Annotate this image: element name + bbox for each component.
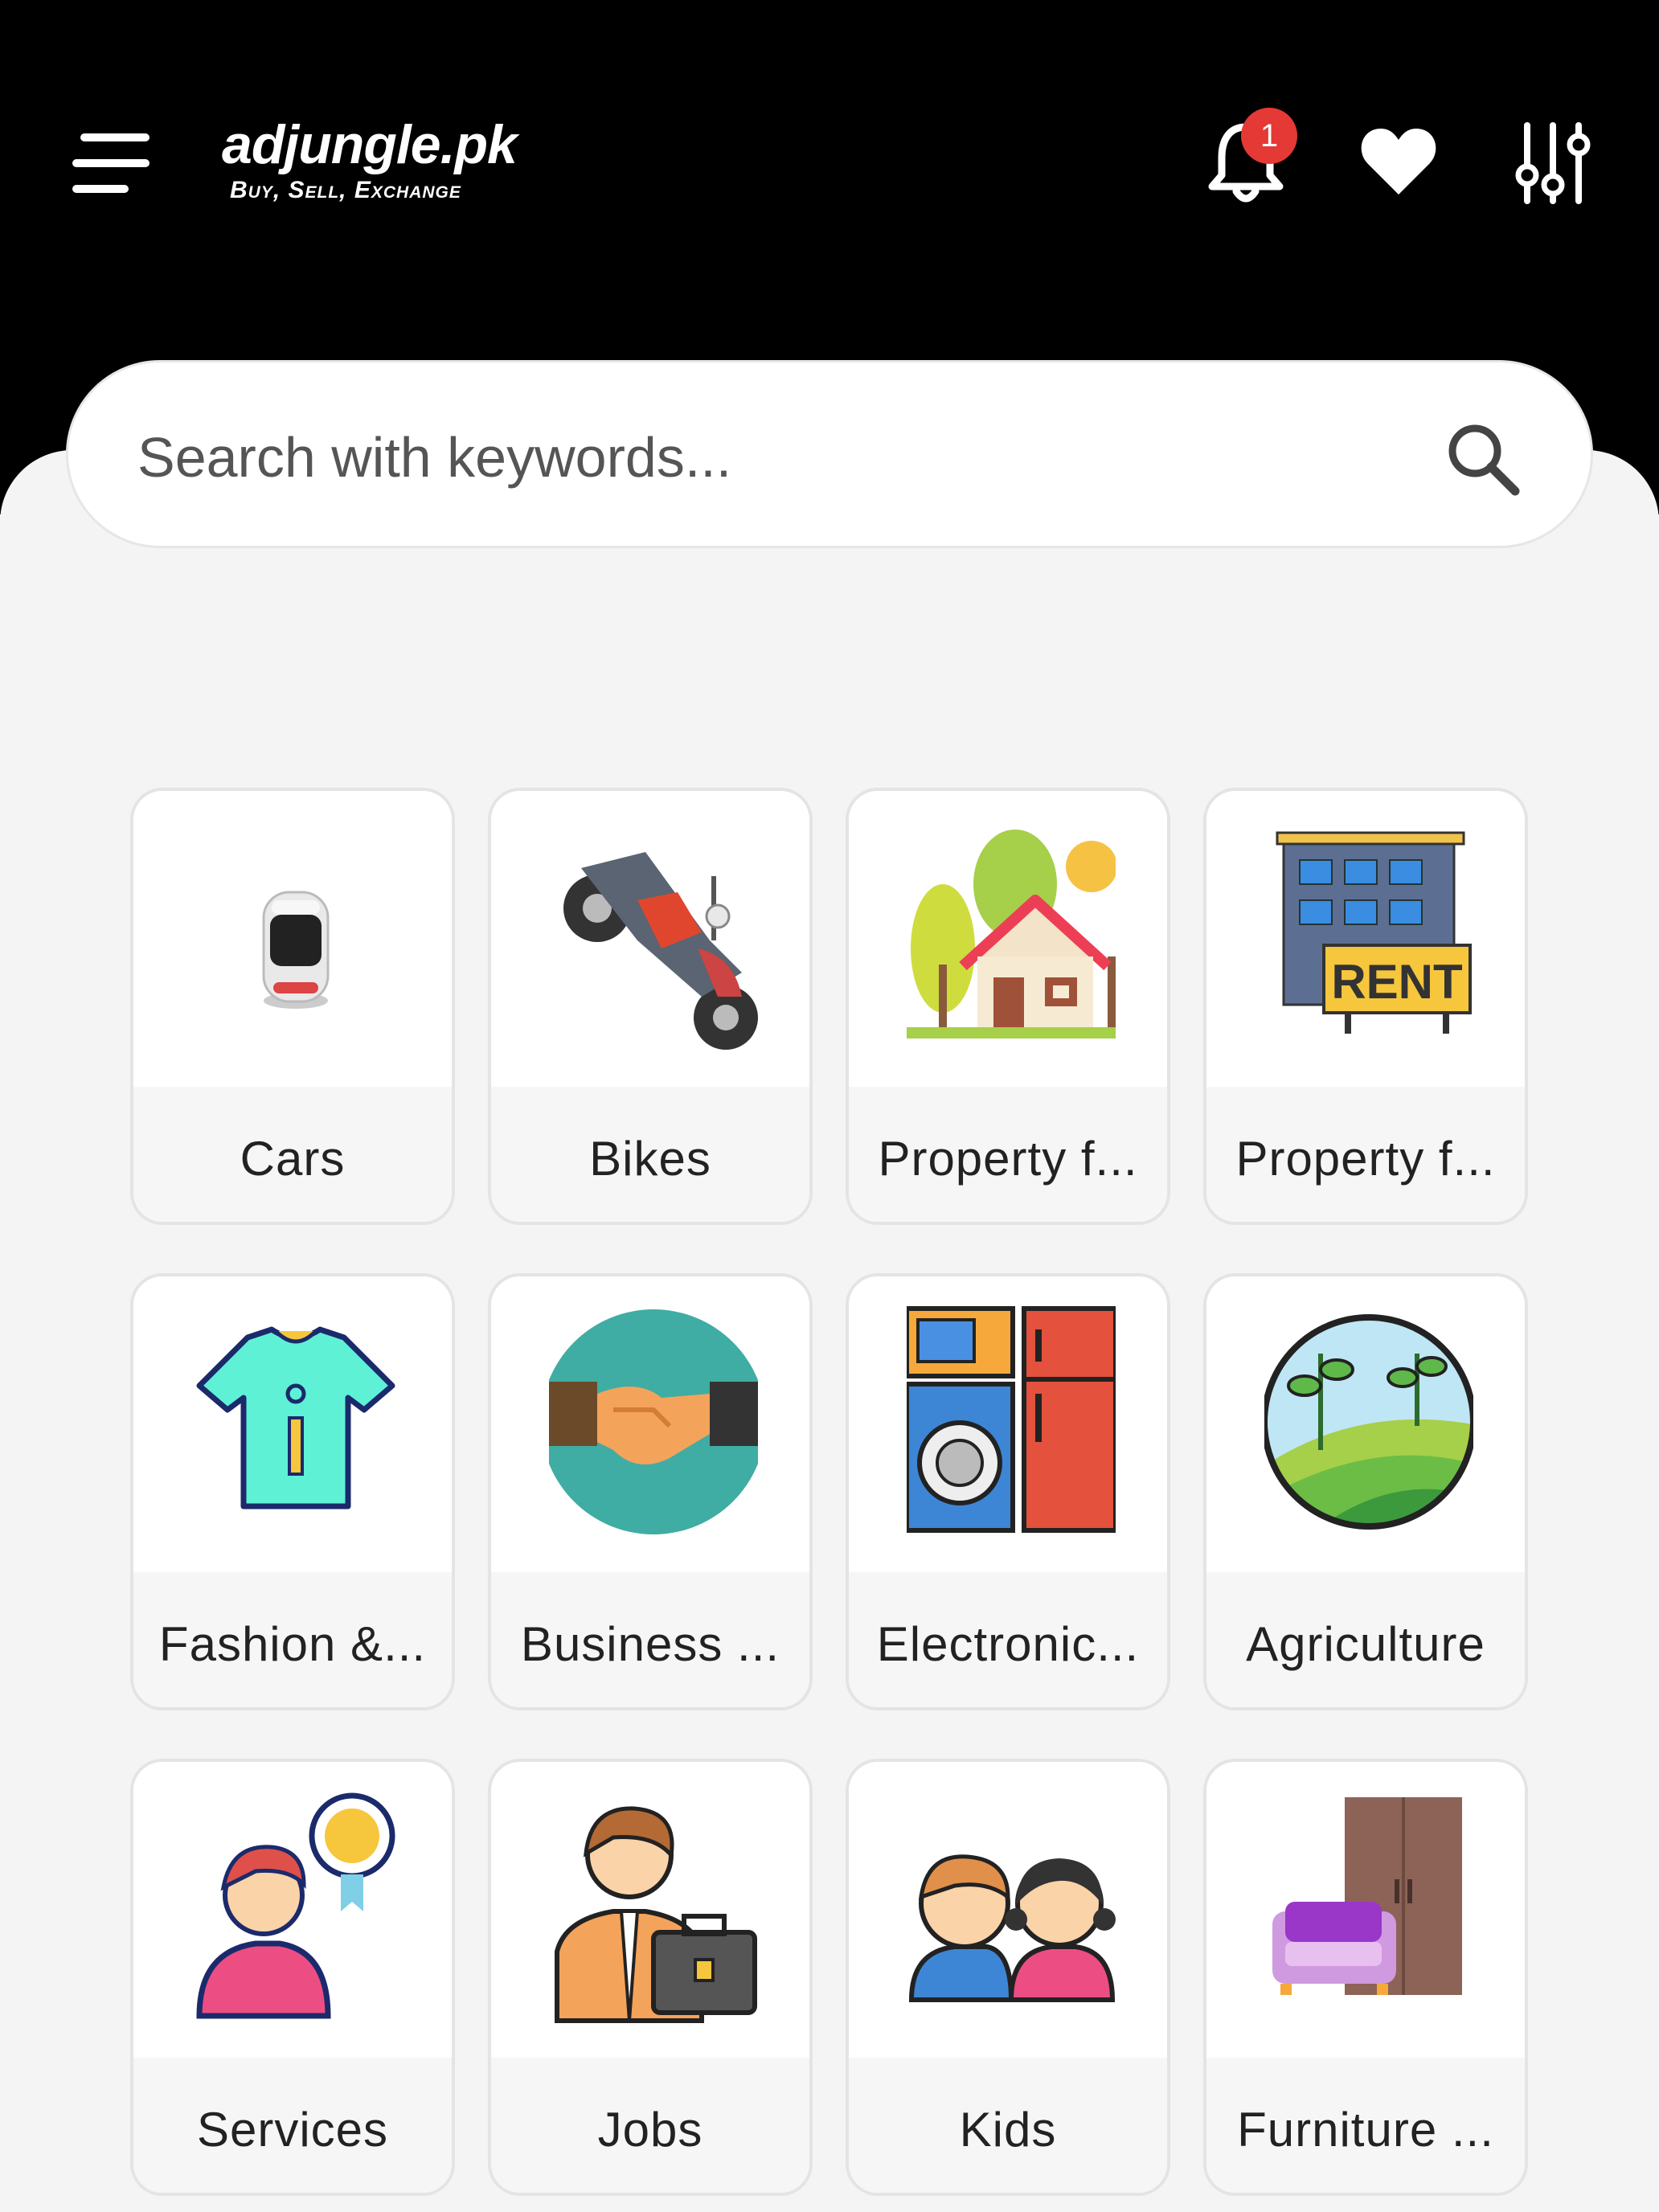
category-label: Services bbox=[133, 2058, 452, 2193]
category-jobs[interactable]: Jobs bbox=[488, 1759, 813, 2196]
appliances-icon bbox=[907, 1306, 1116, 1533]
brand-name: adjungle.pk bbox=[222, 114, 518, 175]
rent-building-icon: RENT bbox=[1276, 831, 1472, 1034]
category-label: Electronic... bbox=[849, 1572, 1167, 1707]
category-property-for-rent[interactable]: RENT Property f... bbox=[1203, 788, 1528, 1225]
category-fashion[interactable]: Fashion &... bbox=[130, 1273, 455, 1710]
category-label: Bikes bbox=[491, 1087, 809, 1222]
category-cars[interactable]: Cars bbox=[130, 788, 455, 1225]
category-label: Cars bbox=[133, 1087, 452, 1222]
category-services[interactable]: Services bbox=[130, 1759, 455, 2196]
category-property-for-sale[interactable]: Property f... bbox=[846, 788, 1170, 1225]
category-business[interactable]: Business ... bbox=[488, 1273, 813, 1710]
service-person-icon bbox=[196, 1792, 395, 2019]
category-furniture[interactable]: Furniture ... bbox=[1203, 1759, 1528, 2196]
furniture-icon bbox=[1272, 1797, 1462, 1995]
tshirt-icon bbox=[196, 1326, 395, 1509]
search-bar[interactable] bbox=[66, 360, 1593, 548]
menu-icon[interactable] bbox=[72, 129, 153, 198]
handshake-icon bbox=[549, 1309, 758, 1534]
category-label: Kids bbox=[849, 2058, 1167, 2193]
house-icon bbox=[907, 830, 1116, 1038]
search-icon[interactable] bbox=[1443, 419, 1523, 499]
farm-icon bbox=[1264, 1314, 1473, 1530]
car-icon bbox=[262, 891, 330, 1009]
notification-badge: 1 bbox=[1241, 108, 1297, 164]
businessman-briefcase-icon bbox=[555, 1806, 757, 2023]
brand-tagline: Buy, Sell, Exchange bbox=[230, 177, 461, 203]
category-label: Business ... bbox=[491, 1572, 809, 1707]
category-kids[interactable]: Kids bbox=[846, 1759, 1170, 2196]
category-label: Jobs bbox=[491, 2058, 809, 2193]
brand-logo[interactable]: adjungle.pk Buy, Sell, Exchange bbox=[222, 113, 518, 204]
category-electronics[interactable]: Electronic... bbox=[846, 1273, 1170, 1710]
category-label: Fashion &... bbox=[133, 1572, 452, 1707]
svg-text:RENT: RENT bbox=[1331, 955, 1462, 1009]
heart-icon[interactable] bbox=[1358, 121, 1439, 201]
kids-icon bbox=[908, 1854, 1116, 2002]
category-agriculture[interactable]: Agriculture bbox=[1203, 1273, 1528, 1710]
category-bikes[interactable]: Bikes bbox=[488, 788, 813, 1225]
search-input[interactable] bbox=[136, 412, 1425, 502]
category-label: Furniture ... bbox=[1206, 2058, 1525, 2193]
category-label: Property f... bbox=[849, 1087, 1167, 1222]
category-label: Property f... bbox=[1206, 1087, 1525, 1222]
category-label: Agriculture bbox=[1206, 1572, 1525, 1707]
motorbike-icon bbox=[563, 852, 758, 1050]
sliders-icon[interactable] bbox=[1513, 119, 1593, 207]
